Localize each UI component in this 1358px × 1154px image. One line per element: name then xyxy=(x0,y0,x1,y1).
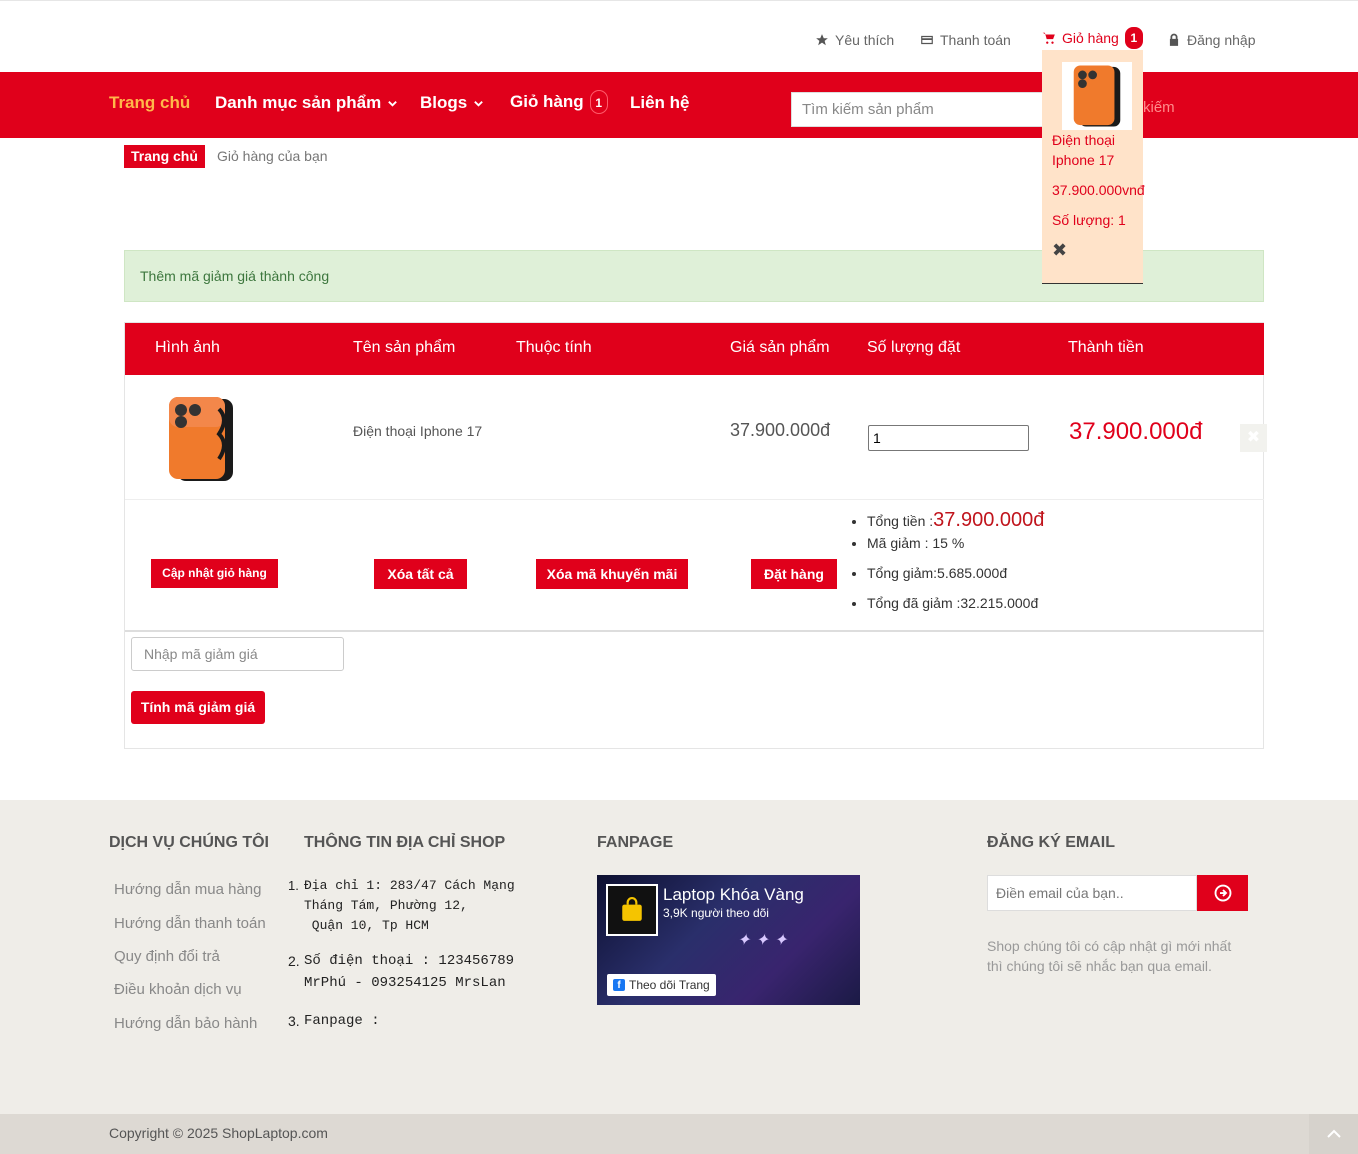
nav-cart-badge: 1 xyxy=(589,90,608,114)
phone-image xyxy=(1073,65,1121,127)
remove-item-button[interactable]: ✖ xyxy=(1240,424,1267,452)
breadcrumb-current: Giỏ hàng của bạn xyxy=(217,148,328,164)
row-divider xyxy=(125,630,1264,632)
product-image[interactable] xyxy=(165,395,237,483)
nav-blogs[interactable]: Blogs xyxy=(420,93,484,113)
remove-coupon-button[interactable]: Xóa mã khuyến mãi xyxy=(536,559,688,589)
search-button[interactable]: kiếm xyxy=(1143,99,1175,116)
nav-contact[interactable]: Liên hệ xyxy=(630,93,690,113)
footer: DỊCH VỤ CHÚNG TÔI Hướng dẫn mua hàng Hướ… xyxy=(0,800,1358,1114)
fanpage-title: FANPAGE xyxy=(597,834,674,851)
fanpage-banner-art: ✦ ✦ ✦ xyxy=(737,930,788,949)
summary-after-discount: Tổng đã giảm :32.215.000đ xyxy=(867,595,1038,611)
cart-icon xyxy=(1042,32,1055,44)
order-button[interactable]: Đặt hàng xyxy=(751,559,837,589)
fanpage-name: Laptop Khóa Vàng xyxy=(663,885,804,904)
footer-link[interactable]: Quy định đổi trả xyxy=(114,948,220,965)
arrow-circle-right-icon xyxy=(1214,884,1231,902)
breadcrumb-home[interactable]: Trang chủ xyxy=(124,145,205,168)
footer-link[interactable]: Hướng dẫn thanh toán xyxy=(114,915,266,932)
shop-info-title: THÔNG TIN ĐỊA CHỈ SHOP xyxy=(304,834,506,851)
header-quantity: Số lượng đặt xyxy=(867,339,961,356)
email-submit-button[interactable] xyxy=(1197,875,1248,911)
email-note: Shop chúng tôi có cập nhật gì mới nhất t… xyxy=(987,938,1232,974)
row-divider xyxy=(125,499,1264,500)
header-name: Tên sản phẩm xyxy=(353,339,456,356)
services-title: DỊCH VỤ CHÚNG TÔI xyxy=(109,834,269,851)
chevron-down-icon xyxy=(474,100,484,107)
copyright-text: Copyright © 2025 ShopLaptop.com xyxy=(109,1125,328,1141)
header-image: Hình ảnh xyxy=(155,339,220,356)
cart-count-badge: 1 xyxy=(1124,27,1143,49)
nav-categories[interactable]: Danh mục sản phẩm xyxy=(215,93,398,113)
login-link[interactable]: Đăng nhập xyxy=(1167,32,1256,48)
coupon-input[interactable] xyxy=(131,637,344,671)
bag-icon xyxy=(622,897,642,921)
checkout-link[interactable]: Thanh toán xyxy=(920,32,1011,48)
dropdown-product-price: 37.900.000vnđ xyxy=(1052,182,1145,198)
header-price: Giá sản phẩm xyxy=(730,339,830,356)
header-attributes: Thuộc tính xyxy=(516,339,592,356)
update-cart-button[interactable]: Cập nhật giỏ hàng xyxy=(151,559,278,588)
quantity-input[interactable] xyxy=(868,425,1029,451)
facebook-icon: f xyxy=(613,979,625,991)
fanpage-item: 3. Fanpage : xyxy=(288,1013,380,1029)
email-title: ĐĂNG KÝ EMAIL xyxy=(987,834,1115,851)
close-icon: ✖ xyxy=(1246,429,1261,446)
product-name[interactable]: Điện thoại Iphone 17 xyxy=(353,423,482,439)
top-bar: Yêu thích Thanh toán Giỏ hàng 1 Đăng nhậ… xyxy=(0,0,1358,72)
wishlist-link[interactable]: Yêu thích xyxy=(815,32,894,48)
chevron-up-icon xyxy=(1326,1129,1341,1138)
summary-total-discount: Tổng giảm:5.685.000đ xyxy=(867,565,1007,581)
dropdown-product-name[interactable]: Điện thoại Iphone 17 xyxy=(1052,130,1132,170)
address-item: 1. Địa chỉ 1: 283/47 Cách Mạng Tháng Tám… xyxy=(288,878,515,933)
back-to-top-button[interactable] xyxy=(1309,1114,1358,1154)
star-icon xyxy=(816,34,828,46)
cart-link[interactable]: Giỏ hàng 1 xyxy=(1042,27,1143,49)
header-subtotal: Thành tiền xyxy=(1068,339,1144,356)
dropdown-product-image[interactable] xyxy=(1062,62,1132,130)
fanpage-followers: 3,9K người theo dõi xyxy=(663,906,769,920)
fanpage-widget[interactable]: Laptop Khóa Vàng 3,9K người theo dõi ✦ ✦… xyxy=(597,875,860,1005)
footer-link[interactable]: Hướng dẫn bảo hành xyxy=(114,1015,257,1032)
phone-item: 2. Số điện thoại : 123456789 MrPhú - 093… xyxy=(288,953,515,991)
nav-cart[interactable]: Giỏ hàng 1 xyxy=(510,90,608,114)
lock-icon xyxy=(1169,33,1179,46)
credit-card-icon xyxy=(921,35,933,45)
clear-all-button[interactable]: Xóa tất cả xyxy=(374,559,467,589)
chevron-down-icon xyxy=(388,100,398,107)
apply-coupon-button[interactable]: Tính mã giảm giá xyxy=(131,691,265,724)
dropdown-product-qty: Số lượng: 1 xyxy=(1052,212,1126,228)
fanpage-follow-button[interactable]: f Theo dõi Trang xyxy=(607,974,716,996)
footer-link[interactable]: Điều khoản dịch vụ xyxy=(114,981,242,998)
row-subtotal: 37.900.000đ xyxy=(1069,418,1203,445)
email-input[interactable] xyxy=(987,875,1197,911)
footer-link[interactable]: Hướng dẫn mua hàng xyxy=(114,881,261,898)
cart-dropdown: Điện thoại Iphone 17 37.900.000vnđ Số lư… xyxy=(1042,50,1145,284)
nav-home[interactable]: Trang chủ xyxy=(109,93,190,113)
dropdown-remove-icon[interactable]: ✖ xyxy=(1052,240,1067,260)
table-header: Hình ảnh Tên sản phẩm Thuộc tính Giá sản… xyxy=(125,323,1264,375)
summary-discount: Mã giảm : 15 % xyxy=(867,535,964,551)
cart-table: Hình ảnh Tên sản phẩm Thuộc tính Giá sản… xyxy=(124,322,1267,749)
copyright-bar: Copyright © 2025 ShopLaptop.com xyxy=(0,1114,1358,1154)
summary-total: Tổng tiền :37.900.000đ xyxy=(867,509,1044,532)
product-price: 37.900.000đ xyxy=(730,420,831,440)
fanpage-logo xyxy=(606,884,658,936)
